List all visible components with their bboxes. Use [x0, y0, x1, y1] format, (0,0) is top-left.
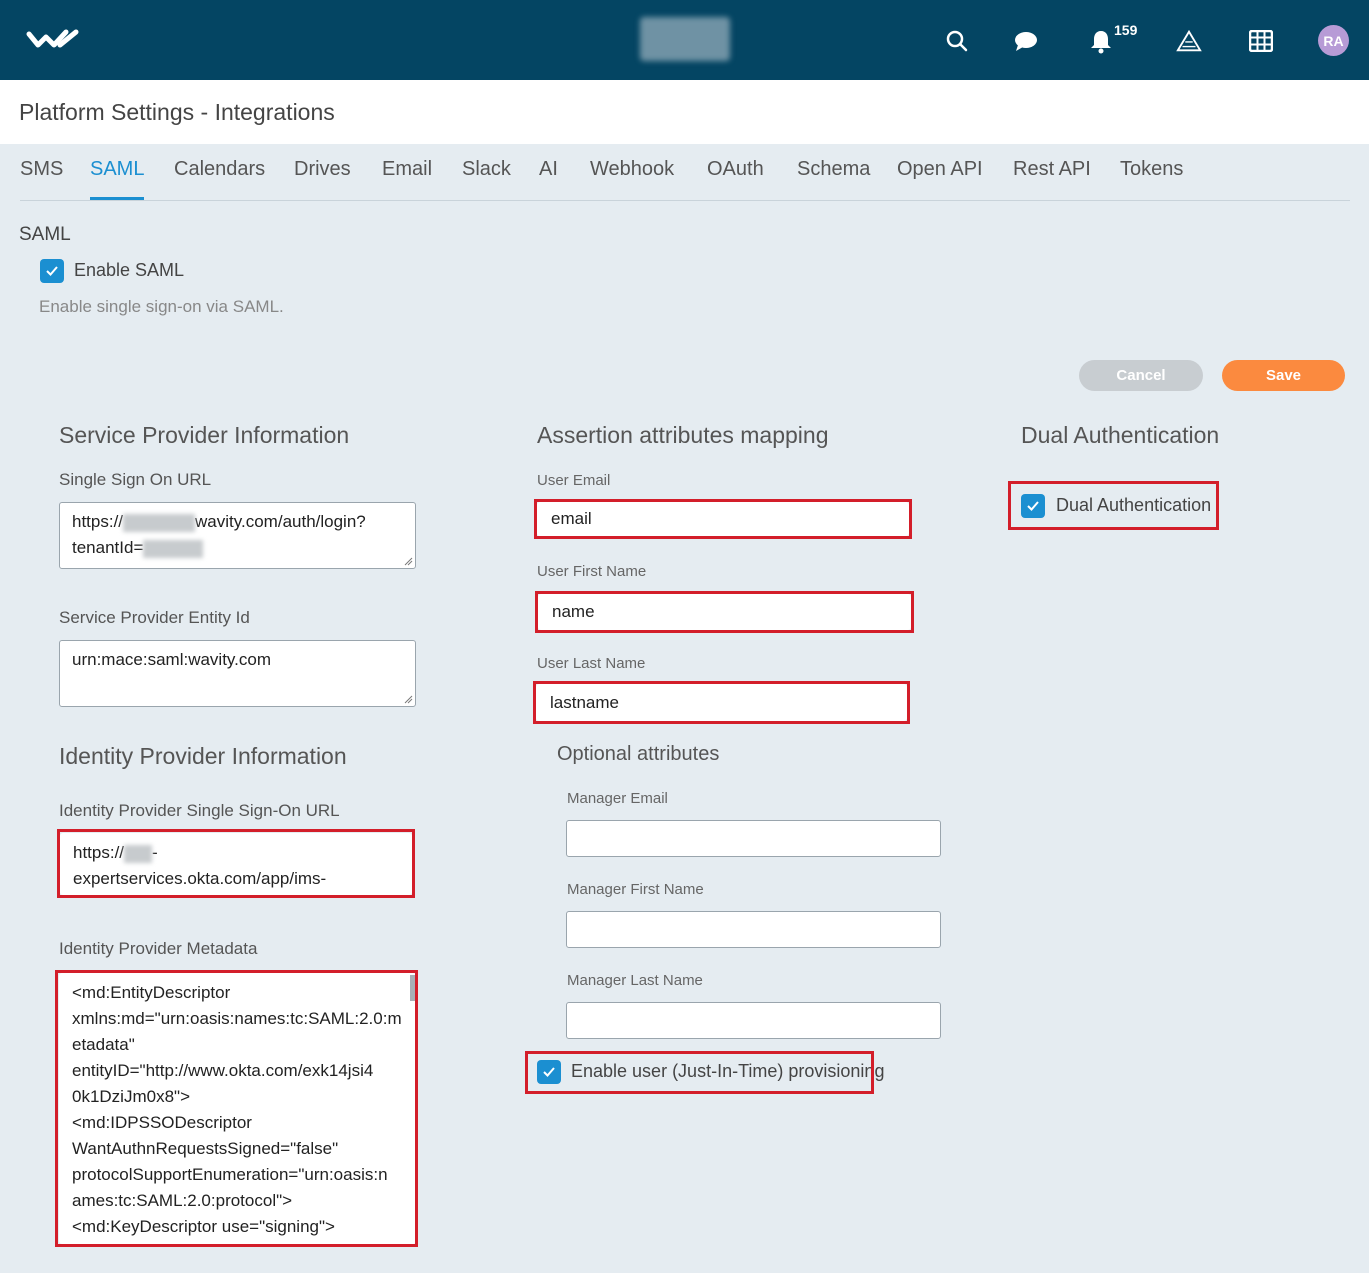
notification-count-badge: 159 — [1114, 22, 1138, 38]
tabs-divider — [20, 200, 1350, 201]
metadata-line: ames:tc:SAML:2.0:protocol"> — [72, 1191, 293, 1210]
tab-tokens[interactable]: Tokens — [1120, 158, 1183, 181]
tab-calendars[interactable]: Calendars — [174, 158, 265, 181]
idp-sso-url-label: Identity Provider Single Sign-On URL — [59, 801, 340, 820]
entity-id-value: urn:mace:saml:wavity.com — [72, 650, 272, 669]
idp-sso-url-textarea[interactable]: https:// - expertservices.okta.com/app/im… — [60, 833, 412, 895]
manager-first-name-input[interactable] — [566, 911, 941, 948]
wavity-logo[interactable] — [26, 28, 82, 52]
idp-url-suffix: - — [152, 843, 158, 862]
entity-id-textarea[interactable]: urn:mace:saml:wavity.com — [59, 640, 416, 707]
user-email-input[interactable]: email — [537, 502, 909, 536]
sso-url-label: Single Sign On URL — [59, 470, 212, 489]
manager-email-label: Manager Email — [567, 790, 668, 807]
chat-icon[interactable] — [1013, 28, 1039, 54]
tab-webhook[interactable]: Webhook — [590, 158, 674, 181]
metadata-line: entityID="http://www.okta.com/exk14jsi4 — [72, 1061, 374, 1080]
sso-url-middle: wavity.com/auth/login? — [195, 512, 366, 531]
grid-icon[interactable] — [1248, 28, 1274, 54]
metadata-line: WantAuthnRequestsSigned="false" — [72, 1139, 339, 1158]
saml-section-title: SAML — [19, 224, 71, 245]
metadata-line: <md:IDPSSODescriptor — [72, 1113, 252, 1132]
tab-schema[interactable]: Schema — [797, 158, 870, 181]
metadata-scrollbar[interactable] — [410, 975, 415, 1001]
jit-provisioning-checkbox[interactable] — [537, 1060, 561, 1084]
dual-auth-heading: Dual Authentication — [1021, 422, 1220, 448]
user-last-name-input[interactable]: lastname — [536, 684, 907, 721]
sso-url-prefix: https:// — [72, 512, 124, 531]
enable-saml-label: Enable SAML — [74, 260, 185, 280]
save-button[interactable]: Save — [1222, 360, 1345, 391]
search-icon[interactable] — [944, 28, 970, 54]
cancel-button[interactable]: Cancel — [1079, 360, 1203, 391]
metadata-line: <md:EntityDescriptor — [72, 983, 231, 1002]
user-email-label: User Email — [537, 472, 611, 489]
user-last-name-label: User Last Name — [537, 655, 646, 672]
optional-attributes-heading: Optional attributes — [557, 743, 720, 765]
manager-last-name-label: Manager Last Name — [567, 972, 703, 989]
tab-slack[interactable]: Slack — [462, 158, 511, 181]
idp-metadata-textarea[interactable]: <md:EntityDescriptor xmlns:md="urn:oasis… — [59, 973, 416, 1244]
resize-grip-icon[interactable] — [403, 556, 413, 566]
bell-icon[interactable] — [1088, 28, 1114, 54]
sso-url-line2: tenantId= — [72, 538, 144, 557]
enable-saml-helper: Enable single sign-on via SAML. — [39, 297, 284, 316]
check-icon — [1027, 501, 1039, 511]
tab-rest-api[interactable]: Rest API — [1013, 158, 1091, 181]
page-title: Platform Settings - Integrations — [19, 99, 335, 125]
dual-auth-label: Dual Authentication — [1056, 495, 1212, 515]
chart-icon[interactable] — [1176, 28, 1202, 54]
metadata-line: <md:KeyDescriptor use="signing"> — [72, 1217, 335, 1236]
redacted-chunk — [124, 844, 153, 863]
identity-provider-heading: Identity Provider Information — [59, 743, 347, 769]
tab-saml[interactable]: SAML — [90, 158, 144, 181]
tab-ai[interactable]: AI — [539, 158, 558, 181]
tab-email[interactable]: Email — [382, 158, 432, 181]
manager-last-name-input[interactable] — [566, 1002, 941, 1039]
manager-email-input[interactable] — [566, 820, 941, 857]
tab-open-api[interactable]: Open API — [897, 158, 983, 181]
redacted-chunk — [143, 539, 204, 558]
metadata-line: etadata" — [72, 1035, 135, 1054]
metadata-line: xmlns:md="urn:oasis:names:tc:SAML:2.0:m — [72, 1009, 402, 1028]
resize-grip-icon[interactable] — [403, 694, 413, 704]
check-icon — [543, 1067, 555, 1077]
tab-sms[interactable]: SMS — [20, 158, 63, 181]
idp-url-prefix: https:// — [73, 843, 125, 862]
metadata-line: 0k1DziJm0x8"> — [72, 1087, 190, 1106]
active-tab-indicator — [90, 197, 144, 200]
enable-saml-checkbox[interactable] — [40, 259, 64, 283]
jit-provisioning-label: Enable user (Just-In-Time) provisioning — [571, 1061, 885, 1081]
tenant-name-redacted — [640, 17, 730, 61]
idp-url-line2: expertservices.okta.com/app/ims- — [73, 869, 327, 888]
service-provider-heading: Service Provider Information — [59, 422, 350, 448]
manager-first-name-label: Manager First Name — [567, 881, 704, 898]
user-first-name-label: User First Name — [537, 563, 647, 580]
metadata-line: protocolSupportEnumeration="urn:oasis:n — [72, 1165, 388, 1184]
user-avatar[interactable]: RA — [1318, 25, 1349, 56]
entity-id-label: Service Provider Entity Id — [59, 608, 250, 627]
redacted-chunk — [123, 513, 196, 532]
tab-oauth[interactable]: OAuth — [707, 158, 764, 181]
assertion-heading: Assertion attributes mapping — [537, 422, 829, 448]
sso-url-textarea[interactable]: https:// wavity.com/auth/login? tenantId= — [59, 502, 416, 569]
dual-auth-checkbox[interactable] — [1021, 494, 1045, 518]
check-icon — [46, 266, 58, 276]
tab-drives[interactable]: Drives — [294, 158, 351, 181]
user-first-name-input[interactable]: name — [538, 594, 911, 630]
idp-metadata-label: Identity Provider Metadata — [59, 939, 258, 958]
